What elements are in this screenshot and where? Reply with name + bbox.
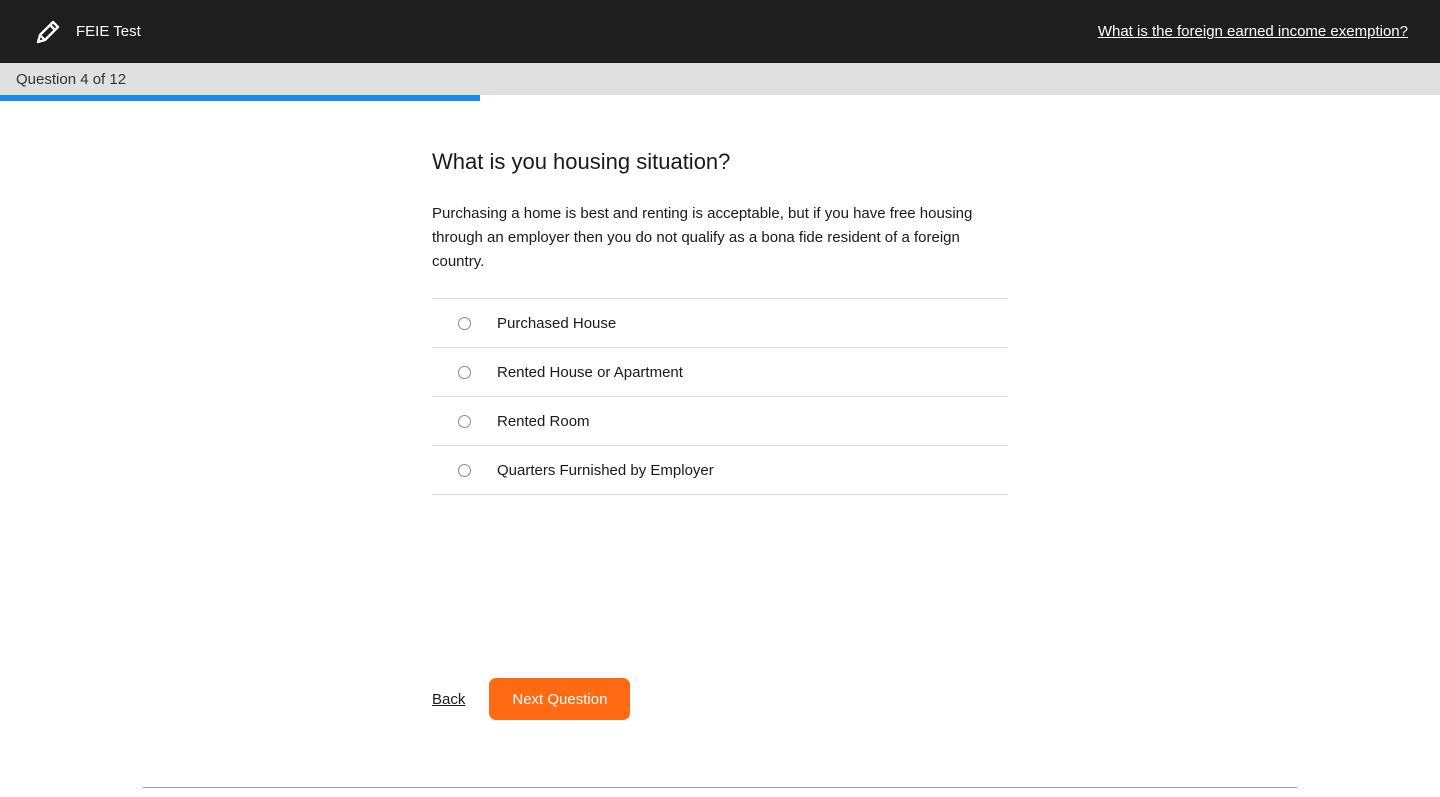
app-title: FEIE Test (76, 23, 141, 40)
back-link[interactable]: Back (432, 691, 465, 708)
next-question-button[interactable]: Next Question (489, 678, 631, 720)
progress-fill (0, 95, 480, 101)
option-label: Rented Room (497, 412, 590, 430)
answer-options: Purchased House Rented House or Apartmen… (432, 298, 1008, 495)
top-bar: FEIE Test What is the foreign earned inc… (0, 0, 1440, 63)
option-purchased-house[interactable]: Purchased House (432, 299, 1008, 348)
option-label: Rented House or Apartment (497, 363, 683, 381)
progress-track (0, 95, 1440, 101)
brand: FEIE Test (32, 16, 141, 48)
option-label: Purchased House (497, 314, 617, 332)
option-quarters-furnished-by-employer[interactable]: Quarters Furnished by Employer (432, 446, 1008, 495)
radio-button[interactable] (458, 365, 471, 379)
radio-button[interactable] (458, 316, 471, 330)
footer-divider (143, 787, 1297, 788)
progress-label: Question 4 of 12 (16, 70, 127, 88)
progress-header: Question 4 of 12 (0, 63, 1440, 95)
option-rented-room[interactable]: Rented Room (432, 397, 1008, 446)
question-panel: What is you housing situation? Purchasin… (432, 140, 1008, 495)
option-rented-house-or-apartment[interactable]: Rented House or Apartment (432, 348, 1008, 397)
option-label: Quarters Furnished by Employer (497, 461, 714, 479)
radio-button[interactable] (458, 414, 471, 428)
navigation-row: Back Next Question (432, 678, 631, 720)
radio-button[interactable] (458, 463, 471, 477)
help-link[interactable]: What is the foreign earned income exempt… (1098, 23, 1408, 40)
pencil-icon (32, 16, 64, 48)
question-title: What is you housing situation? (432, 149, 731, 174)
question-description: Purchasing a home is best and renting is… (432, 205, 973, 270)
